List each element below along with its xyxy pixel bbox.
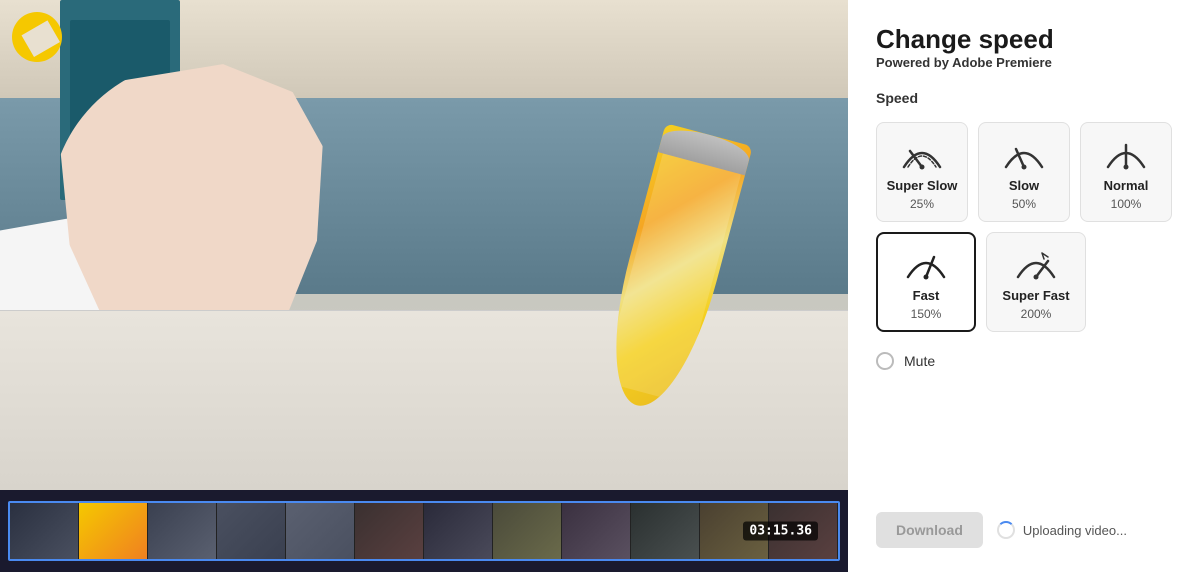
super-fast-icon xyxy=(1012,244,1060,284)
upload-status-text: Uploading video... xyxy=(1023,523,1127,538)
video-background xyxy=(0,0,848,490)
mute-label: Mute xyxy=(904,353,935,369)
super-slow-icon xyxy=(898,134,946,174)
fast-name: Fast xyxy=(913,288,940,303)
panel-subtitle: Powered by Adobe Premiere xyxy=(876,55,1172,70)
slow-icon xyxy=(1000,134,1048,174)
timeline-frames[interactable]: 03:15.36 xyxy=(8,501,840,561)
timeline-strip[interactable]: 03:15.36 xyxy=(0,490,848,572)
fast-icon xyxy=(902,244,950,284)
speed-row-2: Fast 150% Super Fast 200% xyxy=(876,232,1172,332)
timeline-frame xyxy=(631,503,700,559)
speed-card-slow[interactable]: Slow 50% xyxy=(978,122,1070,222)
video-decor-yellow xyxy=(12,12,62,62)
speed-row-1: Super Slow 25% Slow 50% xyxy=(876,122,1172,222)
timeline-frame xyxy=(148,503,217,559)
timeline-frame xyxy=(217,503,286,559)
timeline-frame xyxy=(355,503,424,559)
right-panel: Change speed Powered by Adobe Premiere S… xyxy=(848,0,1200,572)
speed-card-fast[interactable]: Fast 150% xyxy=(876,232,976,332)
super-fast-name: Super Fast xyxy=(1002,288,1069,303)
subtitle-brand: Adobe Premiere xyxy=(952,55,1052,70)
super-fast-pct: 200% xyxy=(1021,307,1052,321)
subtitle-prefix: Powered by xyxy=(876,55,952,70)
timeline-frame xyxy=(286,503,355,559)
timeline-frame xyxy=(424,503,493,559)
upload-status: Uploading video... xyxy=(997,521,1127,539)
super-slow-pct: 25% xyxy=(910,197,934,211)
normal-name: Normal xyxy=(1104,178,1149,193)
speed-label: Speed xyxy=(876,90,1172,106)
slow-name: Slow xyxy=(1009,178,1039,193)
video-preview xyxy=(0,0,848,490)
page-title: Change speed xyxy=(876,24,1172,55)
super-slow-name: Super Slow xyxy=(887,178,958,193)
speed-card-normal[interactable]: Normal 100% xyxy=(1080,122,1172,222)
slow-pct: 50% xyxy=(1012,197,1036,211)
left-panel: 03:15.36 xyxy=(0,0,848,572)
bottom-bar: Download Uploading video... xyxy=(876,504,1172,548)
timeline-frame xyxy=(562,503,631,559)
normal-icon xyxy=(1102,134,1150,174)
download-button[interactable]: Download xyxy=(876,512,983,548)
timeline-frame xyxy=(493,503,562,559)
speed-card-super-fast[interactable]: Super Fast 200% xyxy=(986,232,1086,332)
timeline-inner: 03:15.36 xyxy=(0,490,848,572)
mute-radio[interactable] xyxy=(876,352,894,370)
timeline-frame xyxy=(10,503,79,559)
speed-card-super-slow[interactable]: Super Slow 25% xyxy=(876,122,968,222)
normal-pct: 100% xyxy=(1111,197,1142,211)
timeline-timecode: 03:15.36 xyxy=(743,522,818,541)
fast-pct: 150% xyxy=(911,307,942,321)
mute-row[interactable]: Mute xyxy=(876,352,1172,370)
video-table xyxy=(0,310,848,490)
timeline-frame xyxy=(79,503,148,559)
speed-options: Super Slow 25% Slow 50% xyxy=(876,122,1172,332)
spinner-icon xyxy=(997,521,1015,539)
